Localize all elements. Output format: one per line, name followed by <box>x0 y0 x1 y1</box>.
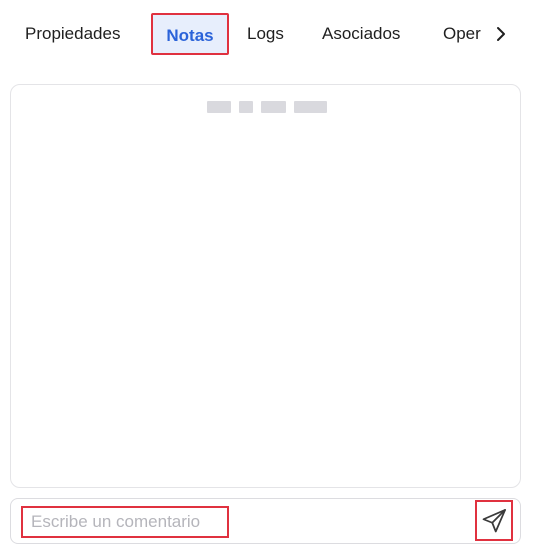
send-icon <box>482 508 506 532</box>
comment-composer <box>10 498 521 544</box>
comment-input[interactable] <box>21 506 229 538</box>
chevron-right-icon <box>497 27 505 41</box>
tab-logs[interactable]: Logs <box>247 13 284 55</box>
tab-asociados[interactable]: Asociados <box>322 13 400 55</box>
send-button[interactable] <box>475 500 513 541</box>
tab-oper[interactable]: Oper <box>443 13 485 55</box>
tab-bar: Propiedades Notas Logs Asociados Oper <box>0 0 546 68</box>
tab-notas[interactable]: Notas <box>151 13 229 55</box>
redacted-header <box>207 95 327 119</box>
notes-panel <box>10 84 521 488</box>
tabs-scroll-right-button[interactable] <box>491 22 511 46</box>
tab-propiedades[interactable]: Propiedades <box>25 13 120 55</box>
